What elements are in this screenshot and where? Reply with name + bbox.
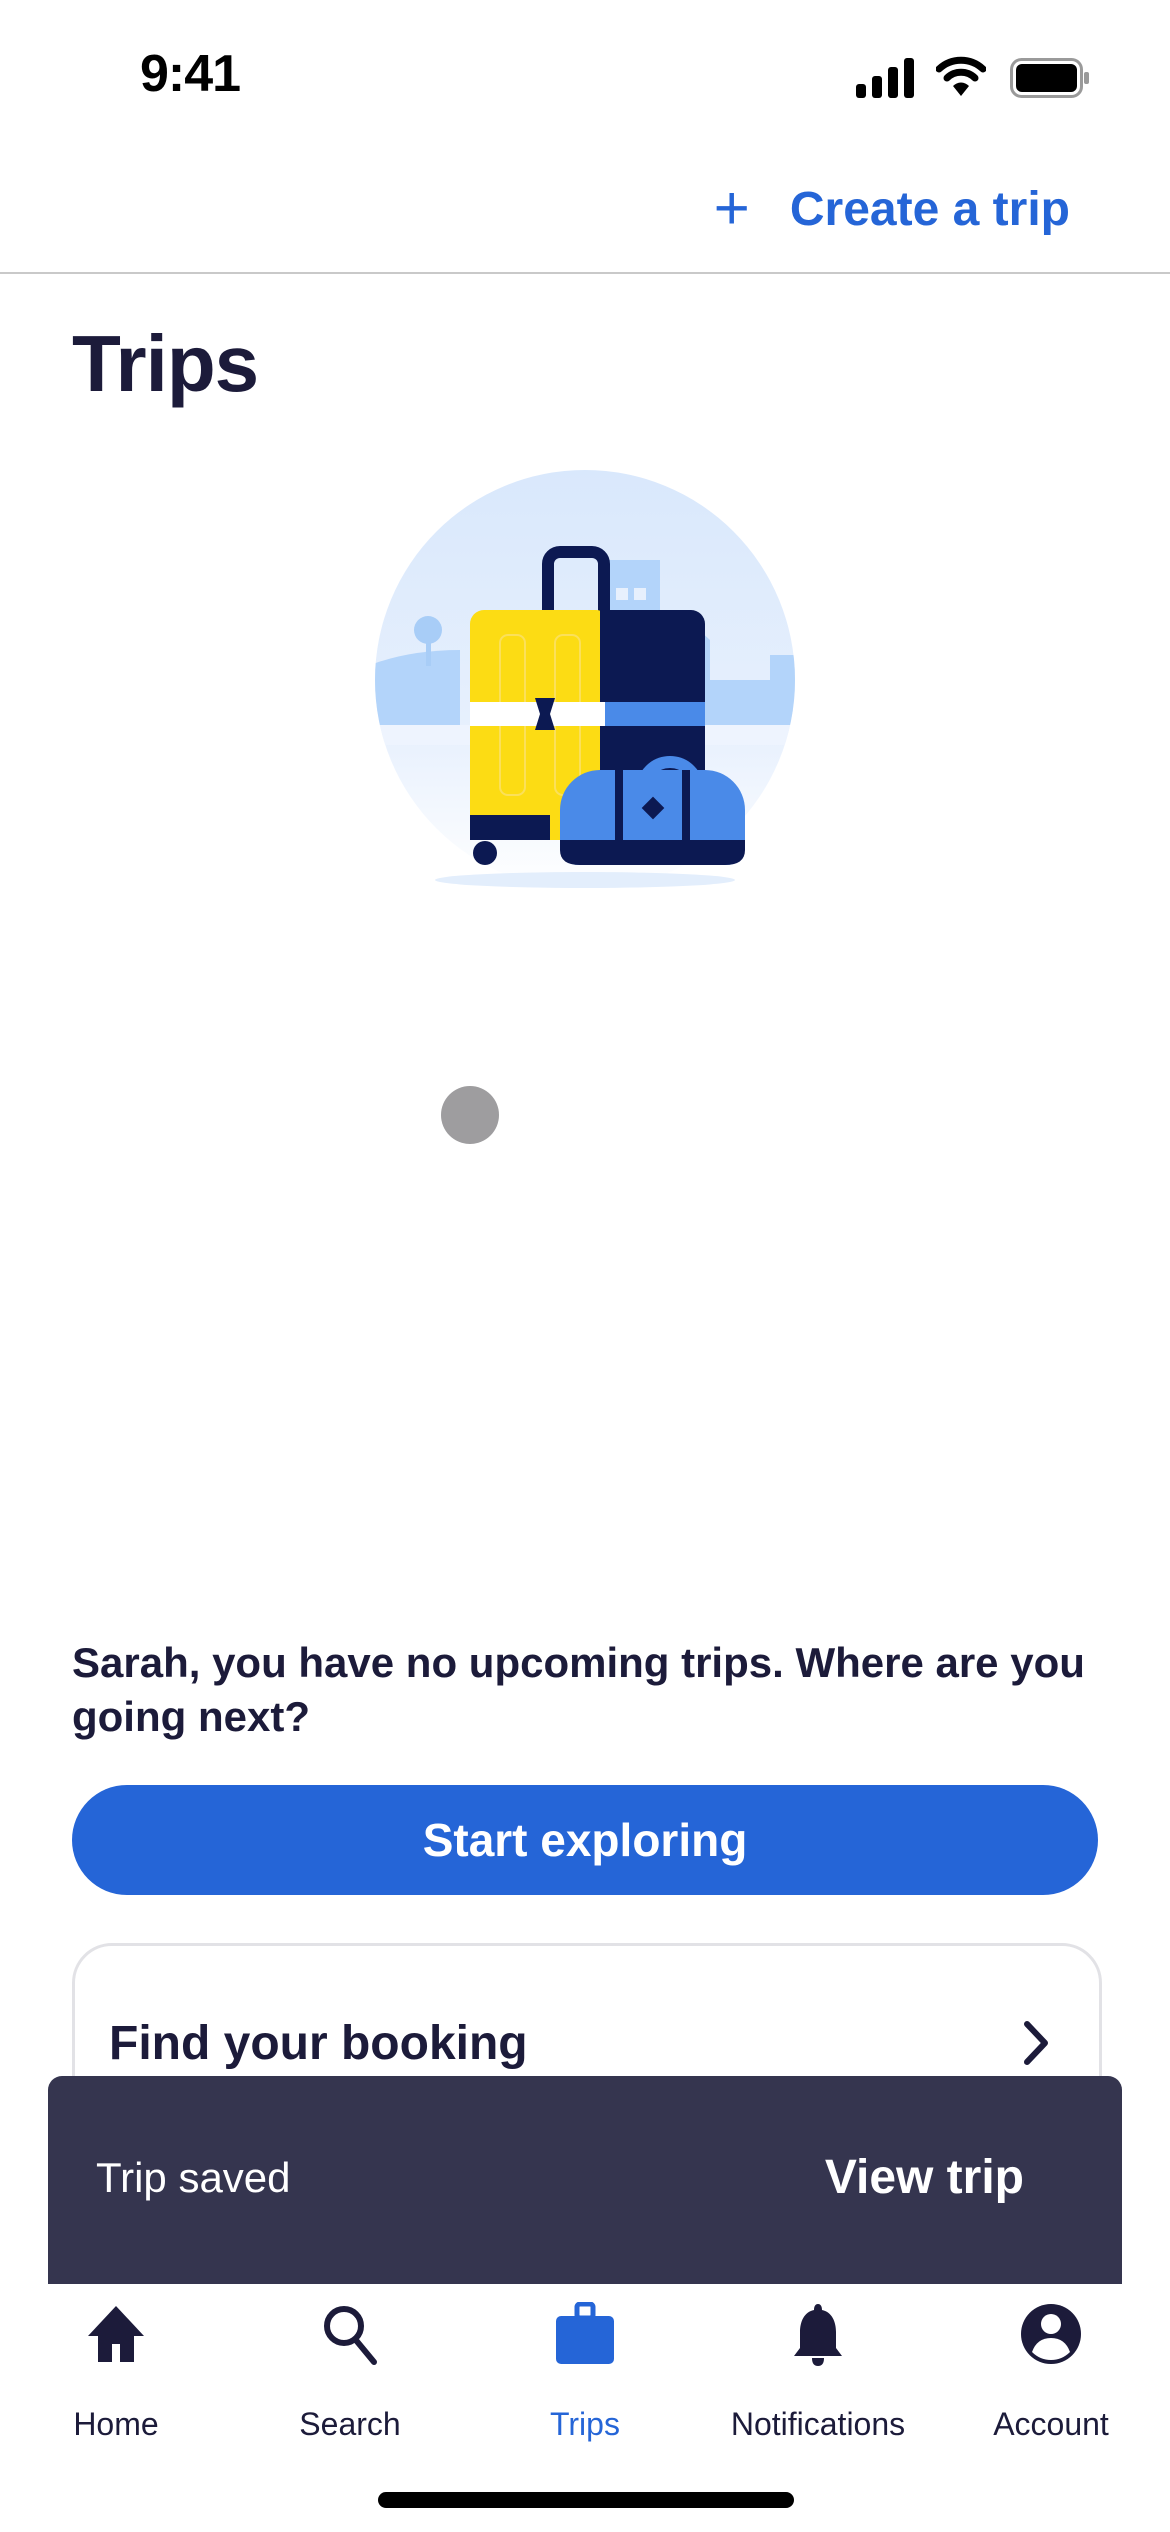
- find-booking-label: Find your booking: [109, 2017, 528, 2070]
- empty-state-message: Sarah, you have no upcoming trips. Where…: [72, 1639, 1085, 1740]
- tab-label: Home: [73, 2406, 159, 2442]
- home-indicator[interactable]: [378, 2492, 794, 2508]
- account-icon: [1021, 2304, 1081, 2364]
- create-trip-button[interactable]: + Create a trip: [714, 178, 1070, 240]
- tab-account[interactable]: Account: [951, 2302, 1151, 2443]
- wifi-icon: [936, 56, 986, 96]
- chevron-right-icon: [1024, 2021, 1048, 2065]
- bottom-tab-bar: Home Search Trips Notifications Account: [0, 2284, 1170, 2464]
- tab-search[interactable]: Search: [250, 2302, 450, 2443]
- suitcase-icon: [556, 2302, 614, 2364]
- tab-home[interactable]: Home: [16, 2302, 216, 2443]
- search-icon: [324, 2306, 377, 2365]
- battery-icon: [1010, 58, 1089, 98]
- touch-indicator-dot: [441, 1086, 499, 1144]
- toast-message: Trip saved: [96, 2154, 291, 2201]
- luggage-illustration: [375, 470, 795, 890]
- start-exploring-button[interactable]: Start exploring: [72, 1785, 1098, 1895]
- status-time: 9:41: [140, 45, 241, 103]
- tab-label: Search: [299, 2406, 401, 2442]
- bell-icon: [794, 2304, 842, 2366]
- tab-label: Account: [993, 2406, 1109, 2442]
- tab-notifications[interactable]: Notifications: [718, 2302, 918, 2443]
- home-icon: [88, 2306, 144, 2362]
- view-trip-button[interactable]: View trip: [825, 2150, 1024, 2205]
- plus-icon: +: [713, 174, 750, 243]
- header-divider: [0, 272, 1170, 274]
- snackbar-toast: Trip saved View trip: [48, 2076, 1122, 2284]
- create-trip-label: Create a trip: [789, 182, 1070, 236]
- tab-trips[interactable]: Trips: [485, 2302, 685, 2443]
- tab-label: Trips: [550, 2406, 620, 2442]
- page-title: Trips: [72, 319, 259, 408]
- cellular-signal-icon: [856, 58, 914, 98]
- status-bar: 9:41: [0, 0, 1170, 150]
- tab-label: Notifications: [730, 2406, 906, 2442]
